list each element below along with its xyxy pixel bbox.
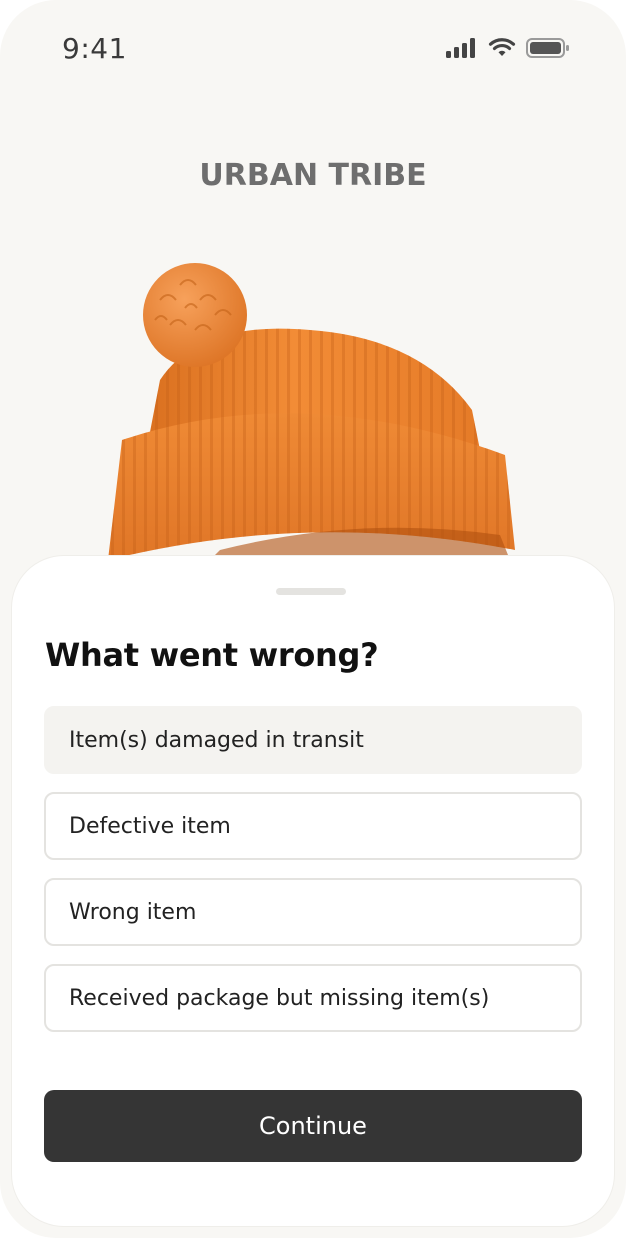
option-label: Received package but missing item(s): [69, 985, 490, 1011]
status-time: 9:41: [62, 32, 127, 65]
brand-logo: URBAN TRIBE: [199, 158, 427, 193]
status-bar: 9:41: [0, 0, 626, 100]
battery-icon: [526, 38, 570, 58]
signal-icon: [446, 38, 478, 58]
sheet-drag-handle[interactable]: [276, 588, 346, 595]
option-damaged-in-transit[interactable]: Item(s) damaged in transit: [44, 706, 582, 774]
reason-options: Item(s) damaged in transit Defective ite…: [44, 706, 582, 1050]
continue-label: Continue: [259, 1112, 367, 1140]
option-label: Wrong item: [69, 899, 197, 925]
option-label: Item(s) damaged in transit: [69, 727, 364, 753]
continue-button[interactable]: Continue: [44, 1090, 582, 1162]
wifi-icon: [488, 38, 516, 58]
phone-screen: 9:41 URBAN TRIBE What went wrong? Item(s…: [0, 0, 626, 1238]
option-defective-item[interactable]: Defective item: [44, 792, 582, 860]
sheet-title: What went wrong?: [45, 636, 379, 674]
option-wrong-item[interactable]: Wrong item: [44, 878, 582, 946]
product-image: [100, 260, 530, 580]
bottom-sheet: What went wrong? Item(s) damaged in tran…: [12, 556, 614, 1226]
option-label: Defective item: [69, 813, 231, 839]
option-missing-items[interactable]: Received package but missing item(s): [44, 964, 582, 1032]
status-icons: [446, 38, 570, 58]
